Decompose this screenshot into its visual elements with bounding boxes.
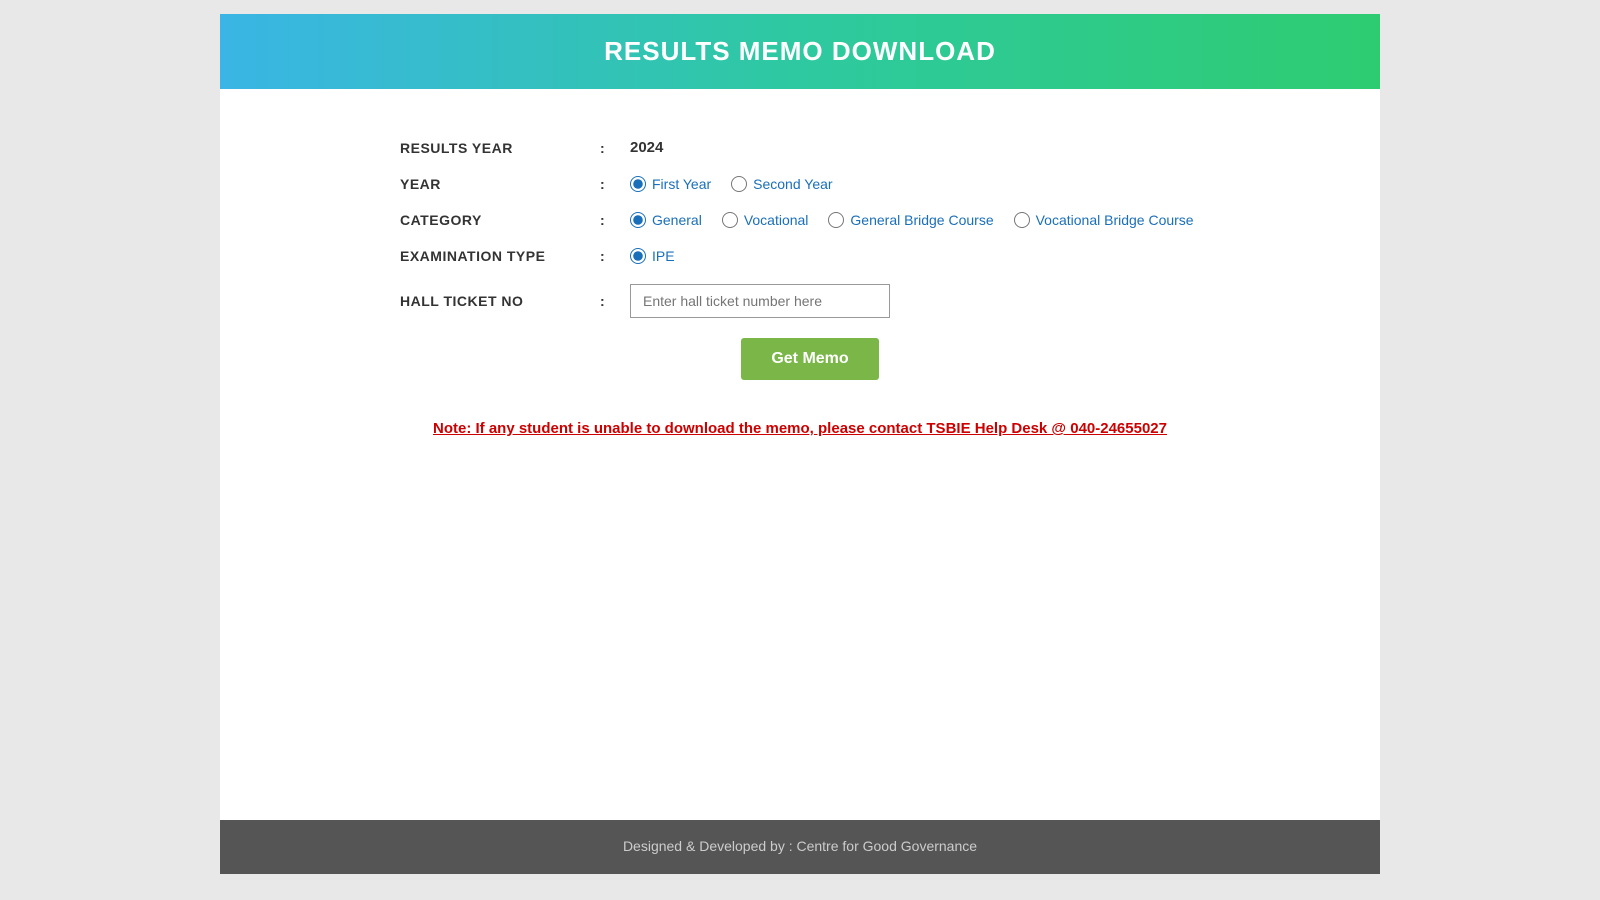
button-row: Get Memo (400, 338, 1200, 380)
page-wrapper: RESULTS MEMO DOWNLOAD RESULTS YEAR : 202… (220, 14, 1380, 874)
vocational-bridge-option[interactable]: Vocational Bridge Course (1014, 212, 1194, 228)
results-year-row: RESULTS YEAR : 2024 (400, 139, 1200, 156)
first-year-option[interactable]: First Year (630, 176, 711, 192)
exam-type-label: EXAMINATION TYPE (400, 248, 600, 264)
hall-ticket-label: HALL TICKET NO (400, 293, 600, 309)
first-year-label: First Year (652, 176, 711, 192)
get-memo-button[interactable]: Get Memo (741, 338, 878, 380)
second-year-radio[interactable] (731, 176, 747, 192)
year-options: First Year Second Year (630, 176, 833, 192)
vocational-bridge-radio[interactable] (1014, 212, 1030, 228)
general-bridge-option[interactable]: General Bridge Course (828, 212, 993, 228)
colon-3: : (600, 212, 630, 228)
second-year-label: Second Year (753, 176, 832, 192)
general-label: General (652, 212, 702, 228)
year-label: YEAR (400, 176, 600, 192)
note-text[interactable]: Note: If any student is unable to downlo… (433, 420, 1167, 437)
category-label: CATEGORY (400, 212, 600, 228)
category-row: CATEGORY : General Vocational General Br… (400, 212, 1200, 228)
colon-5: : (600, 293, 630, 309)
header-banner: RESULTS MEMO DOWNLOAD (220, 14, 1380, 89)
hall-ticket-field-wrapper (630, 284, 890, 318)
main-content: RESULTS YEAR : 2024 YEAR : First Year Se… (220, 89, 1380, 820)
vocational-option[interactable]: Vocational (722, 212, 809, 228)
category-options: General Vocational General Bridge Course… (630, 212, 1194, 228)
vocational-bridge-label: Vocational Bridge Course (1036, 212, 1194, 228)
general-bridge-radio[interactable] (828, 212, 844, 228)
exam-type-options: IPE (630, 248, 675, 264)
year-row: YEAR : First Year Second Year (400, 176, 1200, 192)
page-title: RESULTS MEMO DOWNLOAD (220, 36, 1380, 67)
ipe-radio[interactable] (630, 248, 646, 264)
first-year-radio[interactable] (630, 176, 646, 192)
footer: Designed & Developed by : Centre for Goo… (220, 820, 1380, 874)
general-option[interactable]: General (630, 212, 702, 228)
vocational-label: Vocational (744, 212, 809, 228)
hall-ticket-input[interactable] (630, 284, 890, 318)
results-year-value: 2024 (630, 139, 663, 156)
results-year-label: RESULTS YEAR (400, 140, 600, 156)
general-radio[interactable] (630, 212, 646, 228)
form-table: RESULTS YEAR : 2024 YEAR : First Year Se… (400, 139, 1200, 380)
footer-text: Designed & Developed by : Centre for Goo… (623, 838, 977, 854)
vocational-radio[interactable] (722, 212, 738, 228)
hall-ticket-row: HALL TICKET NO : (400, 284, 1200, 318)
ipe-option[interactable]: IPE (630, 248, 675, 264)
colon-2: : (600, 176, 630, 192)
exam-type-row: EXAMINATION TYPE : IPE (400, 248, 1200, 264)
colon-1: : (600, 140, 630, 156)
second-year-option[interactable]: Second Year (731, 176, 832, 192)
note-section: Note: If any student is unable to downlo… (400, 420, 1200, 438)
colon-4: : (600, 248, 630, 264)
general-bridge-label: General Bridge Course (850, 212, 993, 228)
ipe-label: IPE (652, 248, 675, 264)
